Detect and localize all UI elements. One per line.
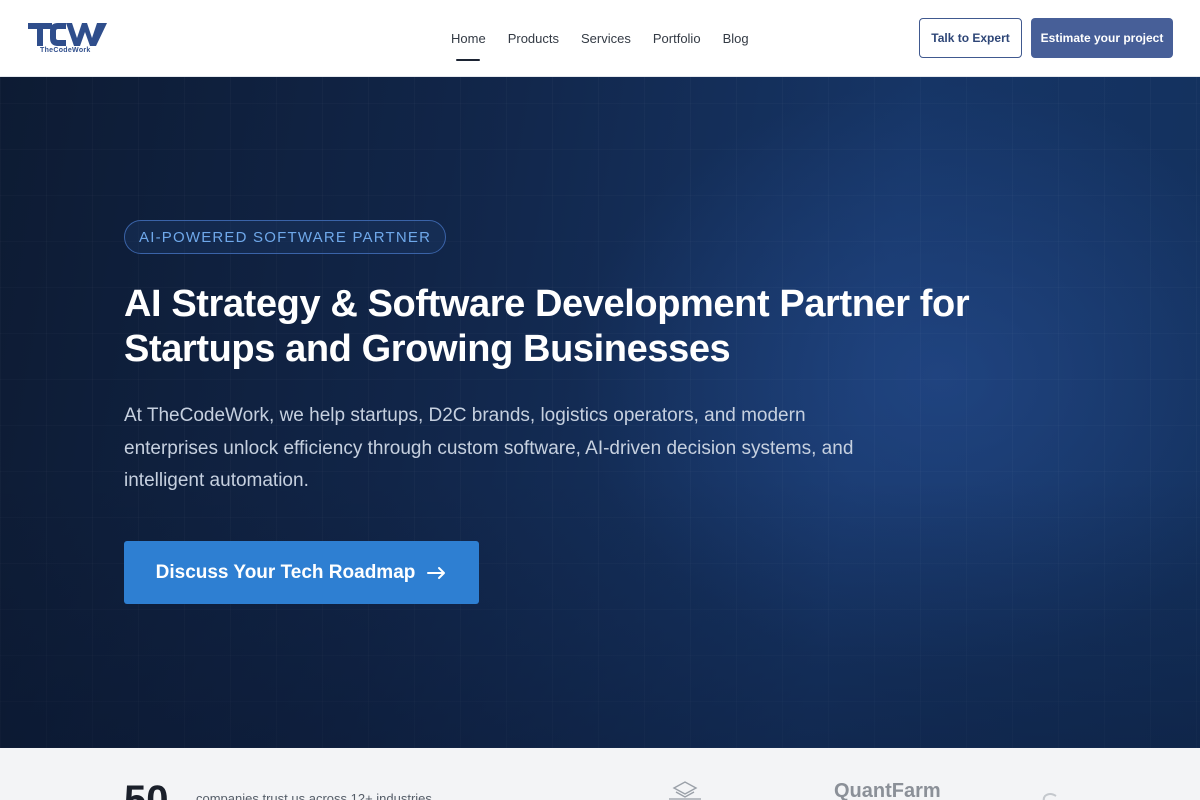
hero-badge: AI-POWERED SOFTWARE PARTNER	[124, 220, 447, 254]
main-nav: Home Products Services Portfolio Blog	[440, 0, 760, 77]
partial-logo-icon	[1040, 792, 1060, 800]
discuss-roadmap-button[interactable]: Discuss Your Tech Roadmap	[124, 541, 479, 604]
hero-title-line-1: AI Strategy & Software Development Partn…	[124, 283, 970, 325]
hero-title: AI Strategy & Software Development Partn…	[124, 282, 1024, 372]
client-logo-quantfarm: QuantFarm	[834, 780, 941, 800]
trust-text: companies trust us across 12+ industries	[196, 791, 432, 800]
nav-item-portfolio[interactable]: Portfolio	[642, 31, 712, 46]
nav-item-blog[interactable]: Blog	[712, 31, 760, 46]
hero-description: At TheCodeWork, we help startups, D2C br…	[124, 405, 854, 491]
hero-title-line-2: Startups and Growing Businesses	[124, 328, 731, 370]
company-logo[interactable]: TheCodeWork	[28, 20, 108, 56]
cta-label: Discuss Your Tech Roadmap	[155, 561, 416, 583]
arrow-right-icon	[427, 562, 447, 584]
shield-emblem-icon	[666, 780, 704, 800]
hero-badge-text: AI-POWERED SOFTWARE PARTNER	[139, 228, 432, 246]
nav-item-home[interactable]: Home	[440, 31, 497, 61]
nav-item-services[interactable]: Services	[570, 31, 642, 46]
hero-section: AI-POWERED SOFTWARE PARTNER AI Strategy …	[0, 77, 1200, 748]
estimate-project-button[interactable]: Estimate your project	[1031, 18, 1173, 58]
nav-item-products[interactable]: Products	[497, 31, 570, 46]
trust-count: 50	[124, 778, 169, 800]
talk-to-expert-button[interactable]: Talk to Expert	[919, 18, 1022, 58]
trust-strip: 50 companies trust us across 12+ industr…	[0, 748, 1200, 800]
tcw-logo-mark-icon	[28, 23, 107, 46]
logo-wordmark: TheCodeWork	[40, 47, 91, 54]
site-header: TheCodeWork Home Products Services Portf…	[0, 0, 1200, 77]
